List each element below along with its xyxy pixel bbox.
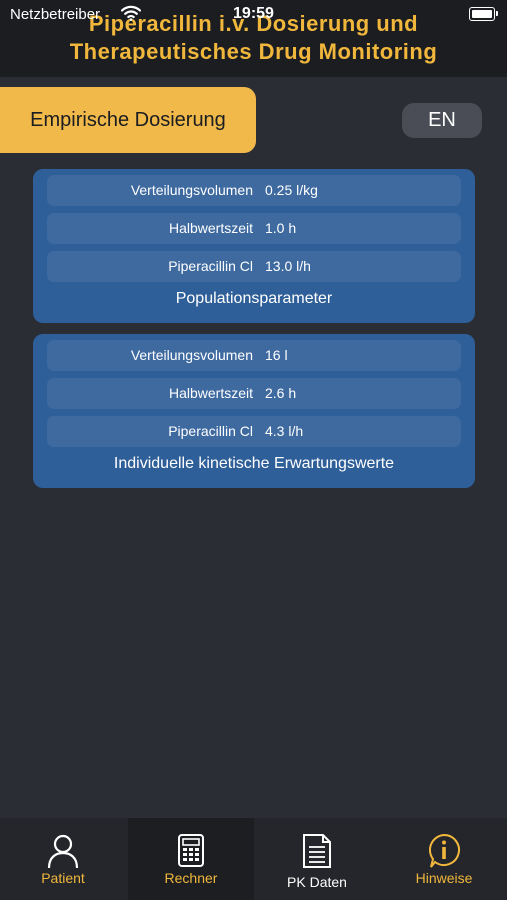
card-title: Populationsparameter bbox=[175, 290, 333, 307]
dosing-mode-button[interactable]: Empirische Dosierung bbox=[0, 87, 256, 153]
param-label: Verteilungsvolumen bbox=[130, 182, 253, 198]
param-row: Verteilungsvolumen 16 l bbox=[47, 340, 461, 371]
person-icon bbox=[45, 833, 81, 869]
tab-label: Rechner bbox=[164, 870, 218, 886]
tab-bar: Patient Rechner PK Daten Hinweise bbox=[0, 818, 507, 900]
tab-label: PK Daten bbox=[287, 874, 347, 890]
tab-rechner[interactable]: Rechner bbox=[128, 818, 254, 900]
tab-patient[interactable]: Patient bbox=[0, 818, 126, 900]
title-line-2: Therapeutisches Drug Monitoring bbox=[69, 39, 438, 64]
param-label: Halbwertszeit bbox=[168, 385, 253, 401]
tab-pk-daten[interactable]: PK Daten bbox=[254, 818, 380, 900]
calculator-icon bbox=[176, 833, 206, 869]
param-value: 1.0 h bbox=[265, 220, 297, 236]
info-icon bbox=[426, 833, 462, 869]
tab-label: Hinweise bbox=[415, 870, 473, 886]
param-value: 0.25 l/kg bbox=[265, 182, 318, 198]
param-row: Halbwertszeit 1.0 h bbox=[47, 213, 461, 244]
param-label: Verteilungsvolumen bbox=[130, 347, 253, 363]
param-label: Piperacillin Cl bbox=[168, 258, 253, 274]
language-toggle-button[interactable]: EN bbox=[402, 103, 482, 138]
param-value: 16 l bbox=[265, 347, 288, 363]
param-label: Piperacillin Cl bbox=[168, 423, 253, 439]
card-title: Individuelle kinetische Erwartungswerte bbox=[113, 455, 395, 472]
param-label: Halbwertszeit bbox=[168, 220, 253, 236]
document-icon bbox=[301, 833, 333, 869]
tab-label: Patient bbox=[41, 870, 85, 886]
header: Netzbetreiber 19:59 Piperacillin i.v. Do… bbox=[0, 0, 507, 77]
param-row: Piperacillin Cl 4.3 l/h bbox=[47, 416, 461, 447]
status-bar: Netzbetreiber 19:59 bbox=[0, 4, 507, 26]
param-row: Piperacillin Cl 13.0 l/h bbox=[47, 251, 461, 282]
param-row: Halbwertszeit 2.6 h bbox=[47, 378, 461, 409]
param-value: 4.3 l/h bbox=[265, 423, 304, 439]
individual-parameters-card: Verteilungsvolumen 16 l Halbwertszeit 2.… bbox=[33, 334, 475, 488]
battery-icon bbox=[469, 7, 498, 21]
tab-hinweise[interactable]: Hinweise bbox=[381, 818, 507, 900]
clock-time: 19:59 bbox=[233, 5, 274, 22]
param-value: 2.6 h bbox=[265, 385, 297, 401]
param-value: 13.0 l/h bbox=[265, 258, 311, 274]
population-parameters-card: Verteilungsvolumen 0.25 l/kg Halbwertsze… bbox=[33, 169, 475, 323]
param-row: Verteilungsvolumen 0.25 l/kg bbox=[47, 175, 461, 206]
